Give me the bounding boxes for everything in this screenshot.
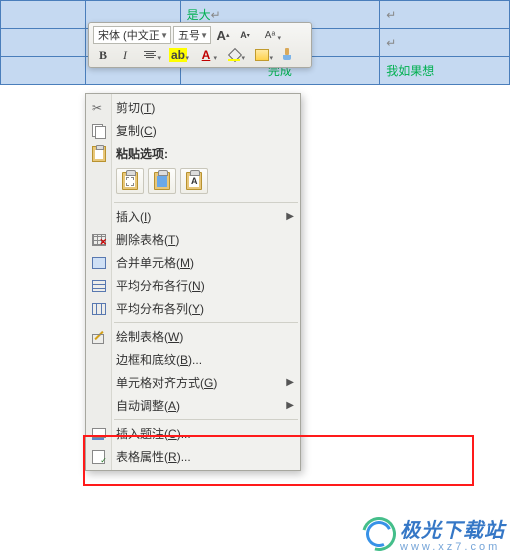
context-menu: 剪切(T) 复制(C) 粘贴选项: 插入(I) ▶ 删除表格(T) 合并单元格(…	[85, 93, 301, 471]
menu-distribute-cols[interactable]: 平均分布各列(Y)	[86, 297, 300, 320]
format-painter-button[interactable]	[277, 46, 297, 64]
paste-options-row	[86, 165, 300, 200]
highlight-button[interactable]: ab	[165, 46, 191, 64]
watermark-text: 极光下载站	[400, 514, 505, 543]
menu-cut[interactable]: 剪切(T)	[86, 96, 300, 119]
clipboard-icon	[92, 146, 106, 162]
watermark-logo-icon	[362, 517, 396, 551]
menu-distribute-rows[interactable]: 平均分布各行(N)	[86, 274, 300, 297]
grow-font-button[interactable]: A▴	[213, 26, 233, 44]
menu-autofit[interactable]: 自动调整(A) ▶	[86, 394, 300, 417]
distribute-cols-icon	[92, 303, 106, 315]
font-name-select[interactable]: 宋体 (中文正▼	[93, 26, 171, 44]
caption-icon	[92, 428, 106, 440]
paste-merge-format[interactable]	[148, 168, 176, 194]
menu-copy[interactable]: 复制(C)	[86, 119, 300, 142]
align-button[interactable]	[137, 46, 163, 64]
cell-text: 是大	[187, 8, 211, 22]
properties-icon	[92, 450, 106, 464]
chevron-right-icon: ▶	[286, 211, 294, 222]
menu-paste-options-label: 粘贴选项:	[86, 142, 300, 165]
cell-text: 我如果想	[386, 64, 434, 78]
mini-toolbar: 宋体 (中文正▼ 五号▼ A▴ A▾ Aᵃ B I ab A	[88, 22, 312, 68]
delete-table-icon	[92, 233, 106, 247]
menu-table-properties[interactable]: 表格属性(R)...	[86, 445, 300, 468]
pencil-table-icon	[92, 330, 106, 344]
italic-button[interactable]: I	[115, 46, 135, 64]
distribute-rows-icon	[92, 280, 106, 292]
brush-icon	[281, 48, 293, 62]
font-color-button[interactable]: A	[193, 46, 219, 64]
table-icon	[255, 49, 269, 61]
scissors-icon	[92, 101, 106, 115]
menu-merge-cells[interactable]: 合并单元格(M)	[86, 251, 300, 274]
paint-bucket-icon	[228, 49, 240, 61]
menu-draw-table[interactable]: 绘制表格(W)	[86, 325, 300, 348]
bold-button[interactable]: B	[93, 46, 113, 64]
chevron-right-icon: ▶	[286, 377, 294, 388]
watermark-subtext: www.xz7.com	[400, 541, 505, 553]
shrink-font-button[interactable]: A▾	[235, 26, 255, 44]
menu-delete-table[interactable]: 删除表格(T)	[86, 228, 300, 251]
menu-insert[interactable]: 插入(I) ▶	[86, 205, 300, 228]
align-center-icon	[144, 50, 156, 60]
menu-borders-shading[interactable]: 边框和底纹(B)...	[86, 348, 300, 371]
merge-cells-icon	[92, 257, 106, 269]
menu-cell-alignment[interactable]: 单元格对齐方式(G) ▶	[86, 371, 300, 394]
font-size-select[interactable]: 五号▼	[173, 26, 211, 44]
insert-table-button[interactable]	[249, 46, 275, 64]
watermark: 极光下载站 www.xz7.com	[362, 514, 505, 553]
change-case-button[interactable]: Aᵃ	[257, 26, 283, 44]
paste-text-only[interactable]	[180, 168, 208, 194]
menu-insert-caption[interactable]: 插入题注(C)...	[86, 422, 300, 445]
chevron-right-icon: ▶	[286, 400, 294, 411]
shading-button[interactable]	[221, 46, 247, 64]
copy-icon	[92, 124, 106, 138]
paste-keep-source[interactable]	[116, 168, 144, 194]
